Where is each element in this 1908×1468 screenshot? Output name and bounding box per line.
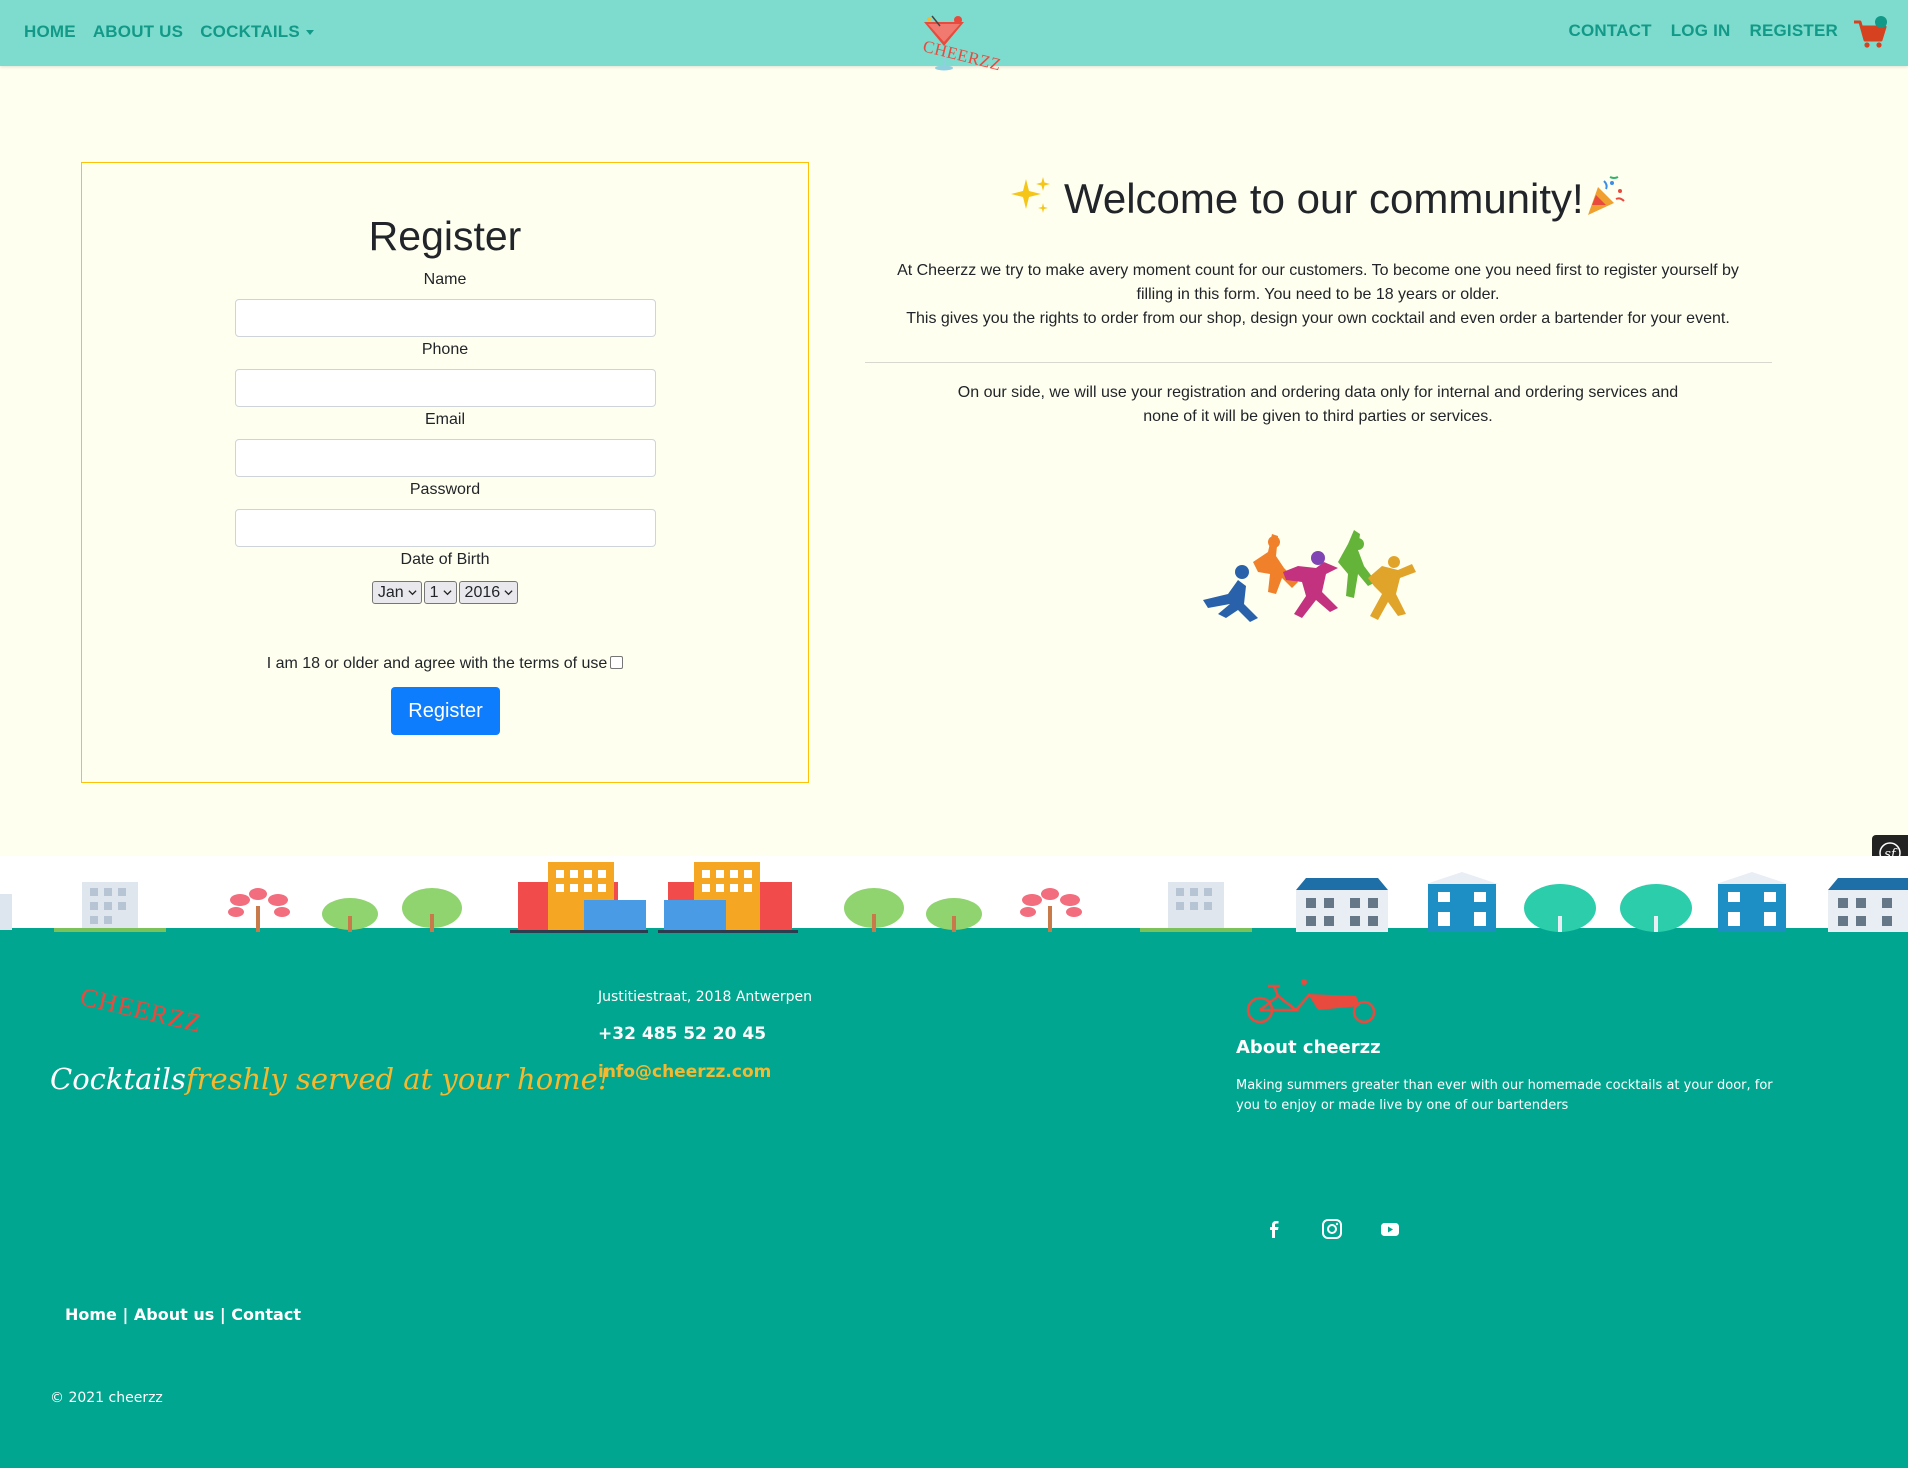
- tagline-part-2: freshly served at your home!: [185, 1062, 610, 1096]
- cart-count-badge: [1875, 16, 1887, 28]
- youtube-icon[interactable]: [1379, 1218, 1401, 1240]
- terms-label: I am 18 or older and agree with the term…: [266, 655, 608, 672]
- footer-separator: |: [219, 1305, 226, 1324]
- intro-line-1: At Cheerzz we try to make avery moment c…: [897, 262, 1739, 303]
- city-skyline-illustration: [0, 856, 1908, 951]
- nav-right-group: CONTACT LOG IN REGISTER: [1568, 21, 1838, 41]
- footer-email[interactable]: info@cheerzz.com: [598, 1062, 771, 1082]
- register-form-card: Register Name Phone Email Password Date …: [81, 162, 809, 783]
- phone-label: Phone: [421, 341, 469, 358]
- footer-about-link[interactable]: About us: [134, 1305, 214, 1324]
- site-footer: CHEERZZ Cocktailsfreshly served at your …: [0, 948, 1908, 1468]
- terms-checkbox[interactable]: [610, 656, 624, 669]
- email-input[interactable]: [235, 439, 656, 477]
- register-button[interactable]: Register: [391, 687, 500, 735]
- dob-year-select[interactable]: 2016: [458, 581, 519, 604]
- nav-cocktails-label: COCKTAILS: [200, 22, 300, 41]
- name-input[interactable]: [235, 299, 656, 337]
- intro-line-2: This gives you the rights to order from …: [906, 310, 1730, 327]
- footer-home-link[interactable]: Home: [65, 1305, 117, 1324]
- party-popper-icon: [1587, 176, 1625, 215]
- privacy-note: On our side, we will use your registrati…: [957, 384, 1679, 425]
- nav-register-link[interactable]: REGISTER: [1749, 21, 1838, 41]
- dob-year-value: 2016: [464, 583, 501, 601]
- nav-left-group: HOME ABOUT US COCKTAILS: [24, 22, 314, 42]
- name-label: Name: [423, 271, 467, 288]
- footer-copyright: © 2021 cheerzz: [50, 1390, 163, 1406]
- welcome-intro: At Cheerzz we try to make avery moment c…: [880, 259, 1756, 331]
- brand-logo[interactable]: CHEERZZ: [914, 12, 1004, 82]
- shopping-cart-icon[interactable]: [1852, 16, 1888, 50]
- dob-day-select[interactable]: 1: [423, 581, 457, 604]
- terms-row: I am 18 or older and agree with the term…: [82, 655, 808, 673]
- footer-phone[interactable]: +32 485 52 20 45: [598, 1024, 766, 1044]
- footer-about-title: About cheerzz: [1236, 1037, 1381, 1058]
- footer-logo[interactable]: CHEERZZ: [77, 982, 204, 1039]
- nav-cocktails-dropdown[interactable]: COCKTAILS: [200, 22, 314, 42]
- footer-separator: |: [122, 1305, 129, 1324]
- instagram-icon[interactable]: [1321, 1218, 1343, 1240]
- top-navbar: HOME ABOUT US COCKTAILS CHEERZZ CONTACT …: [0, 0, 1908, 74]
- sparkles-icon: [1011, 177, 1051, 213]
- chevron-down-icon: [504, 590, 513, 596]
- chevron-down-icon: [442, 590, 452, 596]
- nav-about-link[interactable]: ABOUT US: [93, 22, 183, 42]
- form-title: Register: [368, 213, 522, 259]
- dob-day-value: 1: [429, 583, 439, 601]
- footer-nav: Home | About us | Contact: [65, 1305, 301, 1324]
- password-label: Password: [409, 481, 481, 498]
- dob-month-select[interactable]: Jan: [371, 581, 422, 604]
- facebook-icon[interactable]: [1263, 1218, 1285, 1240]
- email-label: Email: [424, 411, 465, 428]
- dob-selects: Jan 1 2016: [82, 581, 808, 604]
- phone-input[interactable]: [235, 369, 656, 407]
- nav-login-link[interactable]: LOG IN: [1671, 21, 1731, 41]
- footer-about-text: Making summers greater than ever with ou…: [1236, 1078, 1773, 1113]
- dob-month-value: Jan: [377, 583, 404, 601]
- tagline-part-1: Cocktails: [50, 1062, 186, 1096]
- nav-home-link[interactable]: HOME: [24, 22, 76, 42]
- nav-contact-link[interactable]: CONTACT: [1568, 21, 1651, 41]
- welcome-title: Welcome to our community!: [1063, 175, 1584, 222]
- section-divider: [865, 362, 1772, 363]
- chevron-down-icon: [408, 590, 417, 596]
- footer-tagline: Cocktailsfreshly served at your home!: [50, 1062, 610, 1096]
- password-input[interactable]: [235, 509, 656, 547]
- footer-address: Justitiestraat, 2018 Antwerpen: [598, 989, 812, 1005]
- social-links: [1263, 1218, 1401, 1240]
- welcome-heading: Welcome to our community!: [860, 175, 1776, 223]
- footer-contact-link[interactable]: Contact: [231, 1305, 301, 1324]
- dob-label: Date of Birth: [400, 551, 490, 568]
- cargo-bike-icon: [1246, 979, 1376, 1024]
- jumping-people-illustration: [1203, 530, 1416, 622]
- chevron-down-icon: [305, 30, 314, 36]
